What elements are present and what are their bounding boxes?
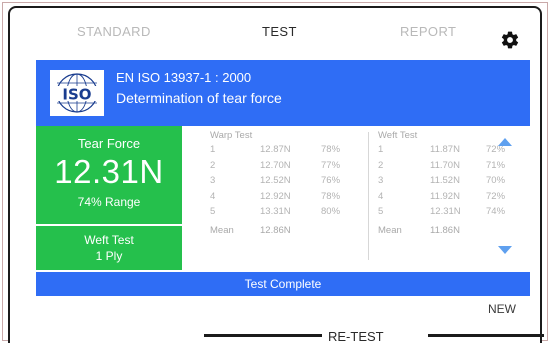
status-bar: Test Complete (36, 272, 530, 296)
warp-test-column: Warp Test 1 12.87N 78% 2 12.70N 77% 3 12… (210, 130, 370, 240)
row-force: 12.52N (260, 175, 291, 186)
retest-button-area: RE-TEST (0, 323, 550, 343)
tab-test[interactable]: TEST (262, 24, 297, 39)
row-percent: 77% (321, 159, 341, 171)
table-row: 5 12.31N 74% (378, 206, 508, 222)
standard-description: Determination of tear force (116, 90, 282, 106)
row-force: 11.92N (430, 190, 460, 202)
ply-count: 1 Ply (95, 249, 123, 263)
row-number: 2 (378, 159, 384, 171)
row-percent: 70% (486, 175, 506, 186)
mean-label: Mean (210, 224, 234, 236)
table-row: 2 12.70N 77% (210, 160, 370, 176)
row-number: 4 (378, 190, 384, 202)
tear-force-panel: Tear Force 12.31N 74% Range (36, 126, 182, 224)
row-percent: 72% (486, 190, 506, 202)
iso-logo-icon: ISO (50, 70, 104, 116)
row-force: 13.31N (260, 206, 291, 217)
device-screen: STANDARD TEST REPORT ISO EN ISO 13937-1 … (22, 14, 530, 329)
chevron-up-icon[interactable] (498, 138, 512, 146)
new-button[interactable]: NEW (488, 302, 516, 316)
row-number: 2 (210, 159, 216, 171)
tear-force-label: Tear Force (77, 136, 141, 151)
row-percent: 78% (321, 190, 341, 202)
row-percent: 78% (321, 144, 341, 155)
mean-row: Mean 11.86N (378, 225, 508, 240)
gear-icon[interactable] (500, 30, 520, 50)
table-row: 4 12.92N 78% (210, 191, 370, 207)
row-number: 5 (210, 206, 216, 217)
mean-value: 12.86N (260, 224, 291, 236)
table-row: 4 11.92N 72% (378, 191, 508, 207)
mean-row: Mean 12.86N (210, 225, 370, 240)
mean-value: 11.86N (430, 224, 460, 236)
column-divider (368, 132, 369, 260)
retest-button[interactable]: RE-TEST (328, 329, 384, 343)
table-row: 3 12.52N 76% (210, 175, 370, 191)
mean-label: Mean (378, 224, 402, 236)
ply-selector-button[interactable]: Weft Test 1 Ply (36, 226, 182, 270)
retest-divider-left (204, 334, 322, 337)
table-row: 2 11.70N 71% (378, 160, 508, 176)
row-force: 11.52N (430, 175, 460, 186)
standard-banner: ISO EN ISO 13937-1 : 2000 Determination … (36, 60, 530, 126)
row-percent: 80% (321, 206, 341, 217)
table-row: 3 11.52N 70% (378, 175, 508, 191)
tab-standard[interactable]: STANDARD (77, 24, 151, 39)
tear-force-value: 12.31N (54, 153, 164, 190)
row-number: 3 (210, 175, 216, 186)
tab-report[interactable]: REPORT (400, 24, 456, 39)
row-force: 12.70N (260, 159, 291, 171)
row-percent: 74% (486, 206, 506, 217)
chevron-down-icon[interactable] (498, 246, 512, 254)
row-number: 1 (210, 144, 216, 155)
row-percent: 71% (486, 159, 506, 171)
table-row: 1 12.87N 78% (210, 144, 370, 160)
tab-bar: STANDARD TEST REPORT (22, 14, 530, 49)
weft-test-column: Weft Test 1 11.87N 72% 2 11.70N 71% 3 11… (378, 130, 508, 240)
row-number: 5 (378, 206, 384, 217)
ply-test-type: Weft Test (84, 233, 134, 247)
warp-test-title: Warp Test (210, 130, 253, 141)
standard-code: EN ISO 13937-1 : 2000 (116, 70, 252, 85)
table-row: 1 11.87N 72% (378, 144, 508, 160)
row-number: 4 (210, 190, 216, 202)
table-row: 5 13.31N 80% (210, 206, 370, 222)
row-percent: 76% (321, 175, 341, 186)
row-number: 1 (378, 144, 384, 155)
row-number: 3 (378, 175, 384, 186)
results-table: Warp Test 1 12.87N 78% 2 12.70N 77% 3 12… (182, 130, 530, 268)
row-force: 12.87N (260, 144, 291, 155)
iso-logo-text: ISO (62, 86, 91, 104)
row-force: 12.31N (430, 206, 461, 217)
row-force: 12.92N (260, 190, 291, 202)
retest-divider-right (428, 334, 544, 337)
tear-force-range: 74% Range (77, 195, 141, 209)
row-force: 11.87N (430, 144, 460, 155)
weft-test-title: Weft Test (378, 130, 418, 141)
row-force: 11.70N (430, 159, 460, 171)
